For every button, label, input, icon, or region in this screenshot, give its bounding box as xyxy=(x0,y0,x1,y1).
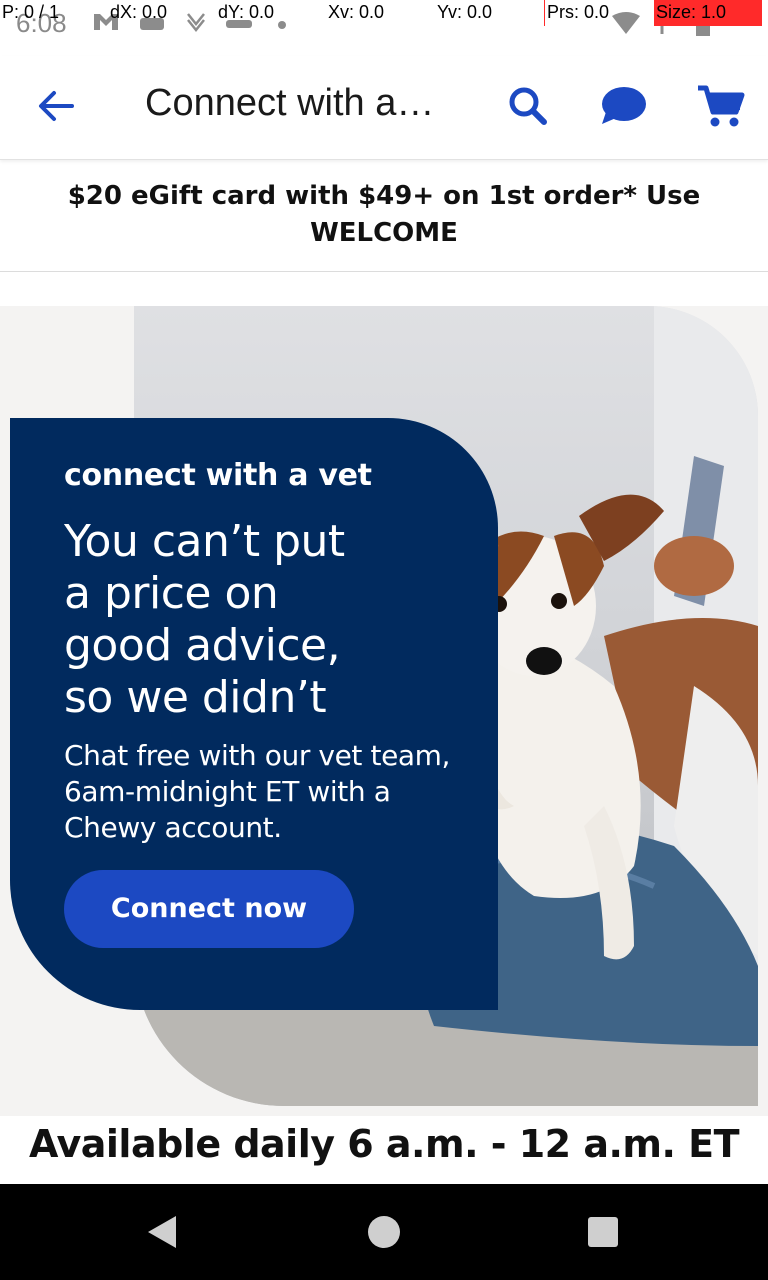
headline-line: You can’t put xyxy=(64,516,345,567)
overlay-yv: Yv: 0.0 xyxy=(437,2,493,22)
app-bar: Connect with a… xyxy=(0,56,768,160)
search-icon xyxy=(509,87,547,125)
nav-recents-icon[interactable] xyxy=(588,1217,618,1247)
headline-line: good advice, xyxy=(64,620,341,671)
vet-promo-card: connect with a vet You can’t put a price… xyxy=(10,418,498,1010)
overlay-dy: dY: 0.0 xyxy=(218,2,275,22)
chat-button[interactable] xyxy=(598,82,648,132)
back-arrow-icon xyxy=(39,91,74,121)
promo-code: WELCOME xyxy=(310,218,458,248)
card-headline: You can’t put a price on good advice, so… xyxy=(64,516,484,724)
pointer-debug-overlay: P: 0 / 1 dX: 0.0 dY: 0.0 Xv: 0.0 Yv: 0.0… xyxy=(0,0,768,28)
connect-now-button[interactable]: Connect now xyxy=(64,870,354,948)
chat-bubble-icon xyxy=(602,87,646,124)
back-button[interactable] xyxy=(36,86,76,126)
promo-banner[interactable]: $20 eGift card with $49+ on 1st order* U… xyxy=(0,162,768,272)
body-line: Chat free with our vet team, xyxy=(64,739,451,772)
nav-home-icon[interactable] xyxy=(368,1216,400,1248)
promo-line-1: $20 eGift card with $49+ on 1st order* U… xyxy=(67,181,701,211)
body-line: 6am-midnight ET with a xyxy=(64,775,391,808)
system-nav-bar xyxy=(0,1184,768,1280)
overlay-pointer: P: 0 / 1 xyxy=(2,2,60,22)
card-kicker: connect with a vet xyxy=(64,458,372,493)
page-title: Connect with a… xyxy=(145,82,435,124)
overlay-divider xyxy=(544,0,545,26)
headline-line: so we didn’t xyxy=(64,672,327,723)
cart-icon xyxy=(698,85,745,127)
availability-heading: Available daily 6 a.m. - 12 a.m. ET xyxy=(28,1122,740,1166)
overlay-dx: dX: 0.0 xyxy=(110,2,168,22)
headline-line: a price on xyxy=(64,568,279,619)
cart-button[interactable] xyxy=(696,82,746,132)
overlay-pressure: Prs: 0.0 xyxy=(547,2,610,22)
search-button[interactable] xyxy=(504,82,554,132)
nav-back-icon[interactable] xyxy=(146,1214,178,1250)
card-body: Chat free with our vet team, 6am-midnigh… xyxy=(64,738,484,846)
body-line: Chewy account. xyxy=(64,811,282,844)
overlay-xv: Xv: 0.0 xyxy=(328,2,385,22)
overlay-size: Size: 1.0 xyxy=(654,0,762,26)
